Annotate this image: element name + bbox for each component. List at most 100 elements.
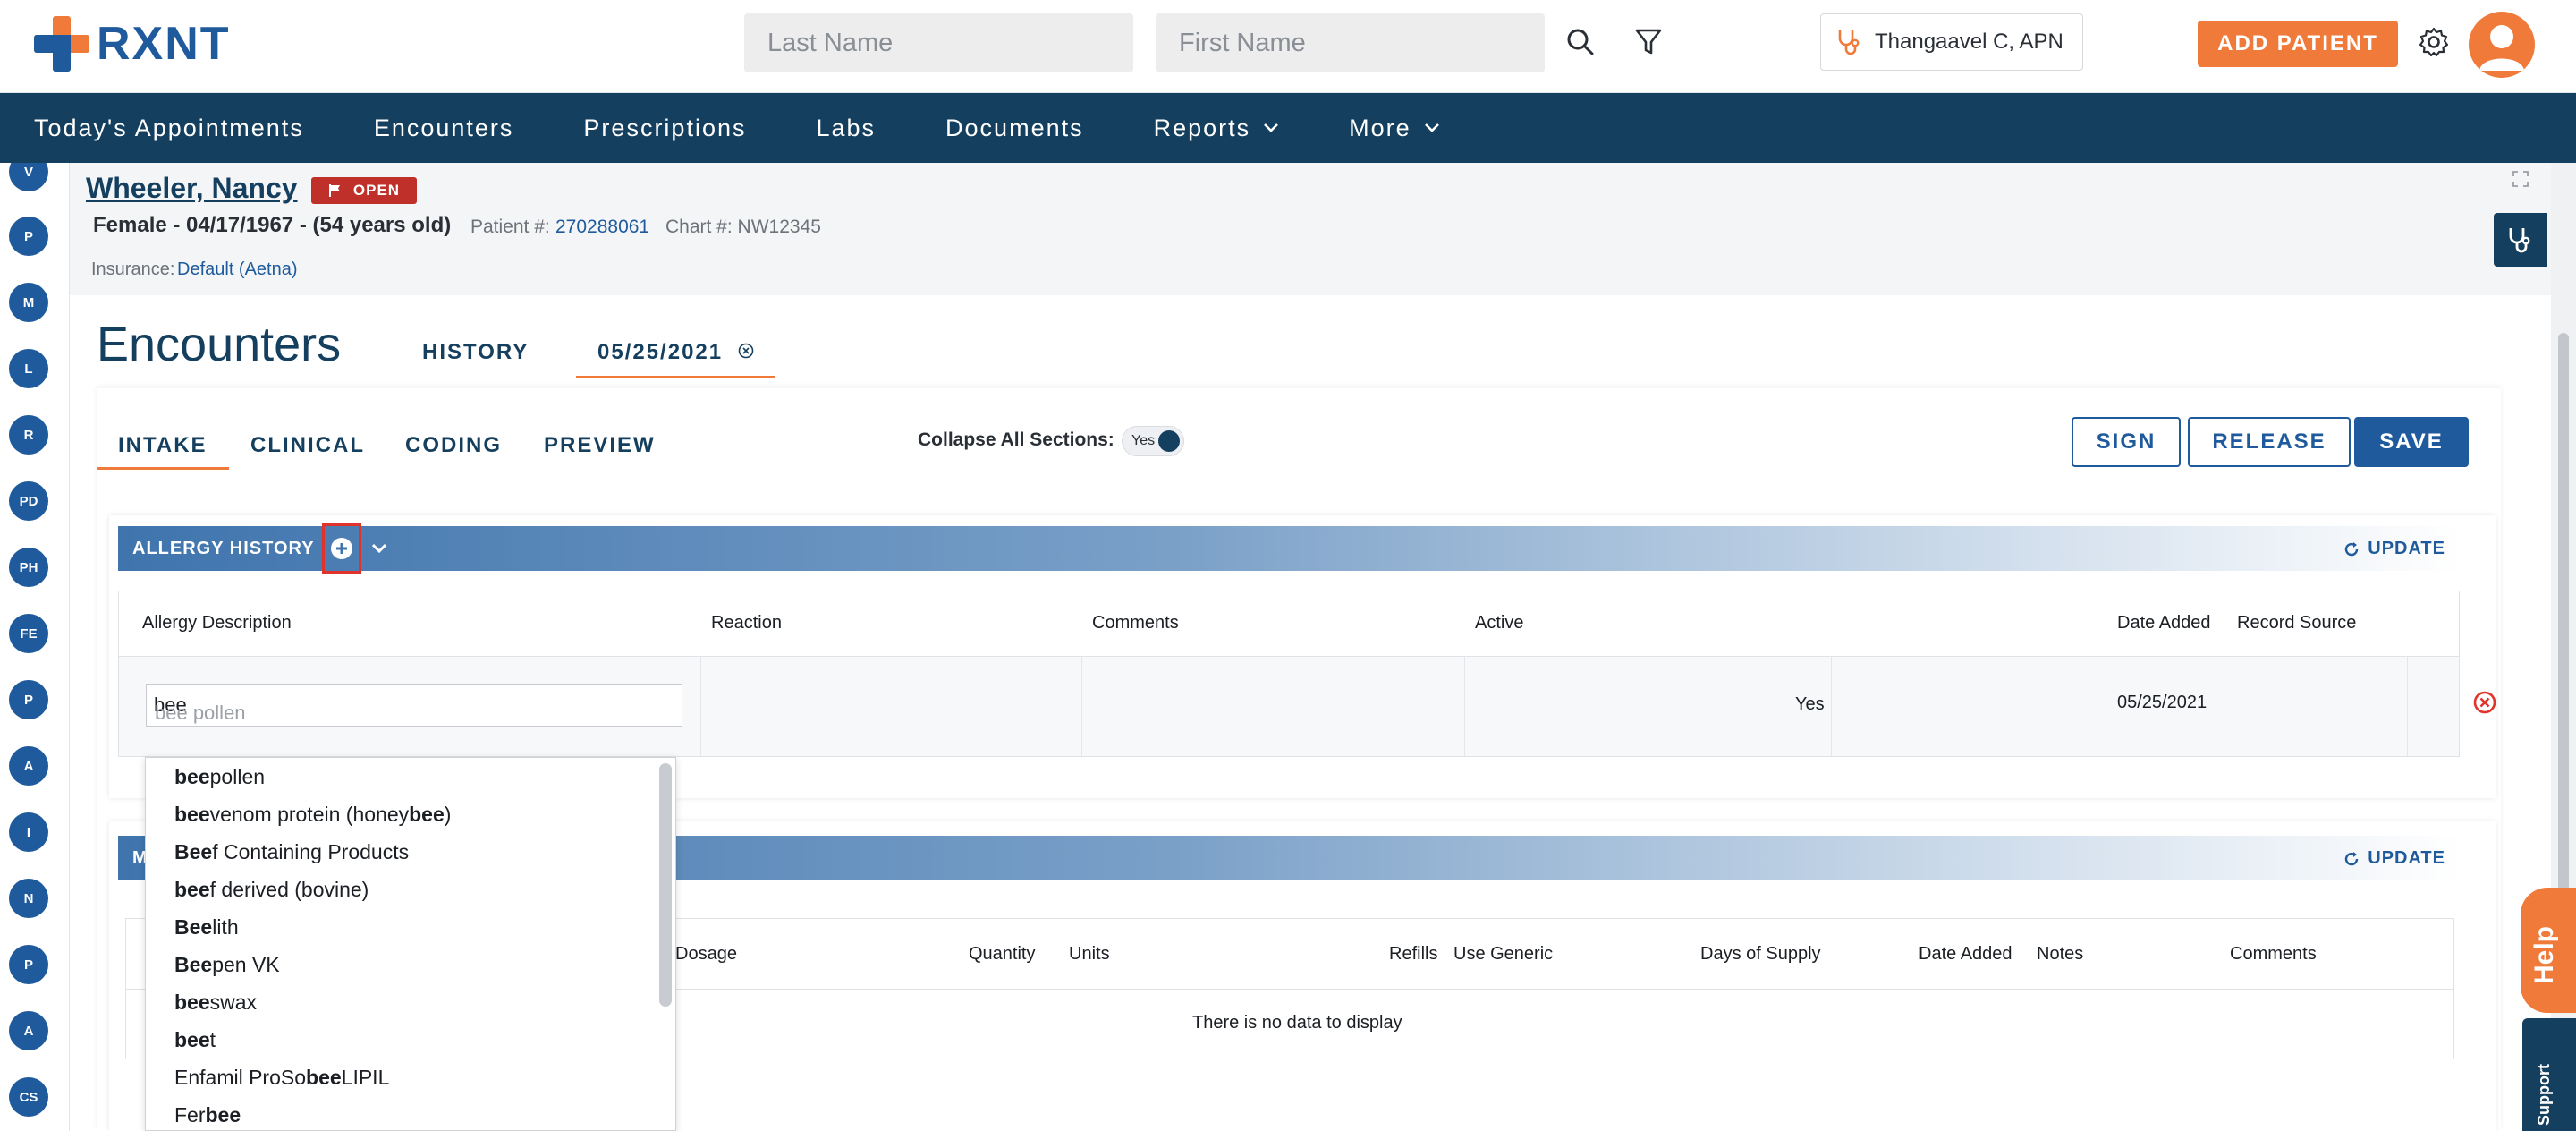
autocomplete-option[interactable]: bee venom protein (honey bee) — [146, 795, 675, 833]
rail-dot[interactable]: A — [9, 746, 48, 786]
patient-number-label: Patient #: — [470, 217, 550, 237]
tab-preview[interactable]: PREVIEW — [544, 433, 656, 458]
provider-selector[interactable]: Thangaavel C, APN — [1820, 13, 2083, 71]
tab-history[interactable]: HISTORY — [422, 340, 529, 365]
column-header: Quantity — [969, 944, 1036, 964]
nav-label: Prescriptions — [583, 114, 747, 141]
autocomplete-option[interactable]: Bee f Containing Products — [146, 833, 675, 871]
logo-text: RXNT — [97, 18, 231, 70]
remove-row-icon[interactable] — [2473, 691, 2496, 719]
add-allergy-button[interactable] — [321, 523, 361, 574]
autocomplete-option[interactable]: bee swax — [146, 983, 675, 1021]
tab-intake[interactable]: INTAKE — [97, 433, 229, 470]
nav-labs[interactable]: Labs — [816, 115, 876, 142]
column-header: Notes — [2037, 944, 2084, 964]
toggle-knob — [1158, 430, 1180, 452]
section-title: ALLERGY HISTORY — [132, 538, 315, 558]
rail-dot[interactable]: R — [9, 415, 48, 455]
help-label: Help — [2529, 925, 2559, 984]
column-header: Use Generic — [1453, 944, 1554, 964]
chevron-down-icon[interactable] — [370, 542, 388, 555]
dropdown-scrollbar[interactable] — [659, 763, 672, 1007]
empty-message: There is no data to display — [1192, 1013, 1402, 1033]
sign-button[interactable]: SIGN — [2072, 417, 2181, 467]
gear-icon[interactable] — [2411, 20, 2456, 64]
patient-number[interactable]: 270288061 — [555, 217, 649, 238]
allergy-description-input[interactable] — [146, 684, 682, 727]
flag-icon — [328, 184, 340, 197]
rxnt-logo[interactable]: RXNT — [34, 16, 231, 72]
nav-reports[interactable]: Reports — [1154, 115, 1280, 142]
rail-dot[interactable]: PD — [9, 481, 48, 521]
insurance-label: Insurance: — [91, 259, 175, 279]
close-circle-icon[interactable] — [738, 343, 754, 359]
rail-dot[interactable]: FE — [9, 614, 48, 653]
column-header: Allergy Description — [142, 613, 292, 633]
rail-dot[interactable]: M — [9, 283, 48, 322]
support-button[interactable]: Support — [2522, 1018, 2576, 1131]
date-added-value: 05/25/2021 — [2117, 693, 2207, 712]
rail-dot[interactable]: V — [9, 163, 48, 191]
save-button[interactable]: SAVE — [2354, 417, 2469, 467]
allergy-table: Allergy Description Reaction Comments Ac… — [118, 591, 2496, 757]
tab-encounter-date[interactable]: 05/25/2021 — [576, 340, 775, 378]
rail-dot[interactable]: P — [9, 217, 48, 256]
clinical-tools-button[interactable] — [2494, 213, 2547, 267]
nav-todays-appointments[interactable]: Today's Appointments — [34, 115, 304, 142]
patient-name-link[interactable]: Wheeler, Nancy — [86, 172, 298, 205]
main-nav: Today's Appointments Encounters Prescrip… — [0, 93, 2576, 163]
search-icon[interactable] — [1558, 20, 1603, 64]
column-header: Active — [1475, 613, 1524, 633]
rail-dot[interactable]: A — [9, 1011, 48, 1050]
expand-icon[interactable] — [2512, 170, 2529, 192]
nav-label: Today's Appointments — [34, 114, 304, 141]
release-button[interactable]: RELEASE — [2188, 417, 2351, 467]
rail-dot[interactable]: L — [9, 349, 48, 388]
last-name-input[interactable] — [744, 13, 1133, 72]
support-label: Support — [2535, 1064, 2553, 1126]
user-avatar[interactable] — [2469, 12, 2535, 78]
column-header: Comments — [2230, 944, 2317, 964]
rail-dot[interactable]: PH — [9, 548, 48, 587]
autocomplete-option[interactable]: Bee lith — [146, 908, 675, 946]
autocomplete-option[interactable]: Enfamil ProSo bee LIPIL — [146, 1059, 675, 1096]
allergy-history-header: ALLERGY HISTORY UPDATE — [118, 523, 2460, 574]
add-patient-button[interactable]: ADD PATIENT — [2198, 21, 2398, 67]
allergy-update-button[interactable]: UPDATE — [2343, 539, 2445, 559]
filter-icon[interactable] — [1626, 20, 1671, 64]
logo-cross-icon — [34, 16, 89, 72]
stethoscope-icon — [2509, 228, 2530, 253]
tab-clinical[interactable]: CLINICAL — [250, 433, 365, 458]
rail-dot[interactable]: P — [9, 680, 48, 719]
scrollbar-thumb[interactable] — [2558, 333, 2569, 959]
rail-dot[interactable]: N — [9, 879, 48, 918]
medications-update-button[interactable]: UPDATE — [2343, 848, 2445, 869]
autocomplete-option[interactable]: bee t — [146, 1021, 675, 1059]
nav-label: Labs — [816, 114, 877, 141]
nav-label: Encounters — [373, 114, 514, 141]
autocomplete-option[interactable]: Bee pen VK — [146, 946, 675, 983]
collapse-sections-toggle[interactable]: Yes — [1122, 426, 1184, 456]
update-label: UPDATE — [2368, 539, 2445, 558]
autocomplete-option[interactable]: Fer bee — [146, 1096, 675, 1130]
patient-header: Wheeler, Nancy OPEN Female - 04/17/1967 … — [70, 163, 2551, 295]
nav-prescriptions[interactable]: Prescriptions — [583, 115, 746, 142]
autocomplete-option[interactable]: bee pollen — [146, 758, 675, 795]
tab-coding[interactable]: CODING — [405, 433, 502, 458]
top-header: RXNT Thangaavel C, APN ADD PATIENT — [0, 0, 2576, 93]
rail-dot[interactable]: I — [9, 812, 48, 852]
nav-documents[interactable]: Documents — [945, 115, 1084, 142]
column-header: Record Source — [2237, 613, 2357, 633]
first-name-input[interactable] — [1156, 13, 1545, 72]
column-header: Dosage — [675, 944, 737, 964]
help-button[interactable]: Help — [2521, 888, 2576, 1013]
rail-dot[interactable]: CS — [9, 1077, 48, 1117]
rail-dot[interactable]: P — [9, 945, 48, 984]
autocomplete-option[interactable]: bee f derived (bovine) — [146, 871, 675, 908]
insurance-link[interactable]: Default (Aetna) — [177, 259, 298, 280]
status-text: OPEN — [352, 182, 401, 199]
nav-encounters[interactable]: Encounters — [374, 115, 514, 142]
nav-more[interactable]: More — [1349, 115, 1440, 142]
allergy-history-section: ALLERGY HISTORY UPDATE Allergy Descripti… — [109, 515, 2496, 798]
refresh-icon — [2345, 541, 2359, 556]
